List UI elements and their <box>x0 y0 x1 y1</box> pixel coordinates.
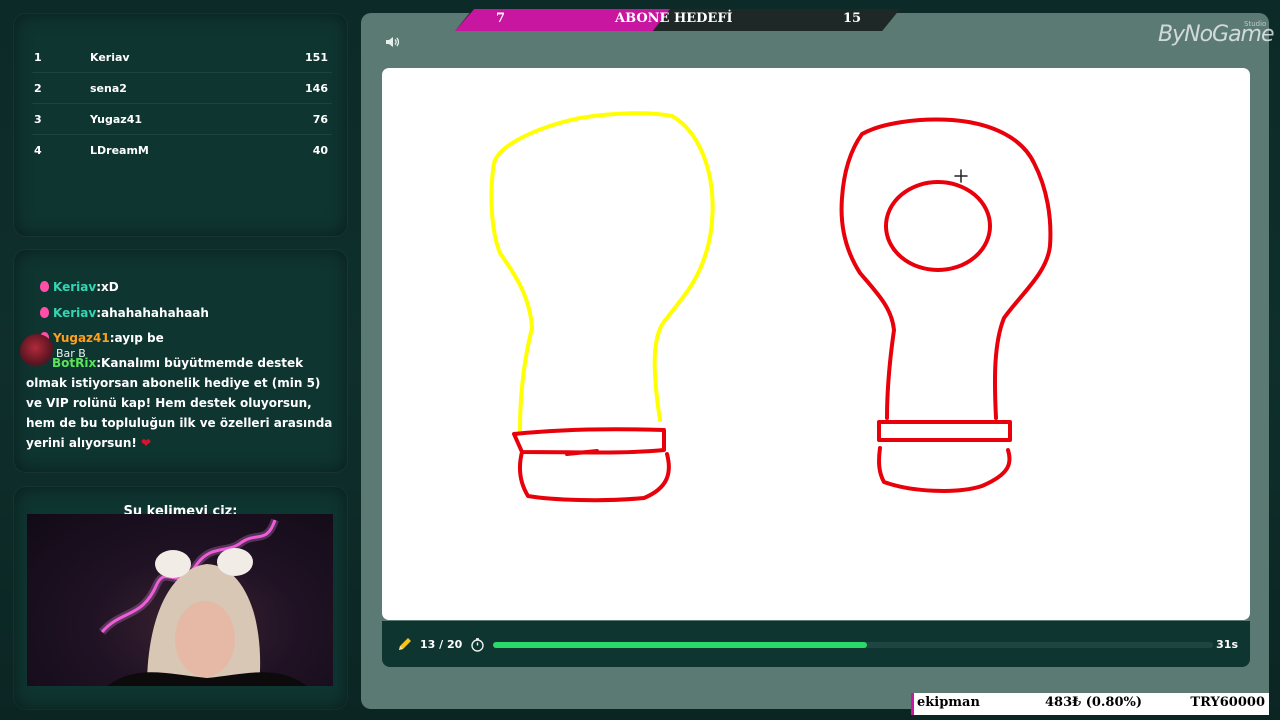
ticker-amount: 483₺ (0.80%) <box>1045 695 1143 710</box>
subscriber-goal-bar: 7 ABONE HEDEFİ 15 <box>455 9 900 31</box>
heart-emoji-icon: ❤ <box>141 436 152 450</box>
volume-icon[interactable] <box>384 34 400 50</box>
round-status-bar: 13 / 20 31s <box>382 621 1250 667</box>
goal-current: 7 <box>496 11 506 26</box>
leaderboard-panel: 1 Keriav 151 2 sena2 146 3 Yugaz41 76 4 … <box>14 14 347 236</box>
chat-message: Yugaz41:ayıp be <box>40 328 340 348</box>
chat-text: ayıp be <box>114 331 164 345</box>
player-score: 76 <box>312 113 328 126</box>
timer-label: 31s <box>1216 638 1238 651</box>
stopwatch-icon <box>470 637 485 652</box>
subscriber-badge-icon <box>40 281 49 292</box>
player-score: 40 <box>312 144 328 157</box>
chat-username: Keriav <box>53 306 97 320</box>
drawing-canvas[interactable] <box>382 68 1250 620</box>
ticker-user: ekipman <box>917 695 980 710</box>
webcam-feed <box>27 514 333 686</box>
chat-text: Kanalımı büyütmemde destek olmak istiyor… <box>26 356 333 450</box>
chat-text: ahahahahahaah <box>101 306 209 320</box>
goal-target: 15 <box>843 11 862 26</box>
chat-message: Keriav:xD <box>40 277 340 297</box>
timer-progress-fill <box>493 642 868 648</box>
goal-title: ABONE HEDEFİ <box>615 11 733 26</box>
player-score: 146 <box>305 82 328 95</box>
player-name: Yugaz41 <box>90 113 143 126</box>
chat-message: BotRix:Kanalımı büyütmemde destek olmak … <box>26 353 340 453</box>
drawing <box>489 111 1053 503</box>
chat-text: xD <box>101 280 119 294</box>
rank: 2 <box>34 82 42 95</box>
rank: 3 <box>34 113 42 126</box>
ticker-accent <box>911 693 914 715</box>
subscriber-badge-icon <box>40 307 49 318</box>
rank: 4 <box>34 144 42 157</box>
player-name: Keriav <box>90 51 130 64</box>
donation-ticker: ekipman 483₺ (0.80%) TRY60000 <box>911 693 1269 715</box>
player-name: sena2 <box>90 82 127 95</box>
leaderboard-row: 1 Keriav 151 <box>32 42 332 73</box>
timer-progress-track <box>493 642 1213 648</box>
chat-message: Keriav:ahahahahahaah <box>40 303 340 323</box>
pencil-icon <box>397 636 413 652</box>
logo-subtext: Studio <box>1244 20 1267 28</box>
round-counter: 13 / 20 <box>420 638 463 651</box>
webcam-image <box>98 518 307 686</box>
bynogame-logo: ByNoGame Studio <box>1158 20 1275 52</box>
player-score: 151 <box>305 51 328 64</box>
chat-panel: Keriav:xD Keriav:ahahahahahaah Yugaz41:a… <box>14 250 347 472</box>
chat-username: Keriav <box>53 280 97 294</box>
ticker-goal: TRY60000 <box>1190 695 1265 710</box>
player-name: LDreamM <box>90 144 149 157</box>
leaderboard-row: 2 sena2 146 <box>32 73 332 104</box>
rank: 1 <box>34 51 42 64</box>
leaderboard-row: 4 LDreamM 40 <box>32 135 332 165</box>
chat-username: Yugaz41 <box>53 331 110 345</box>
leaderboard-row: 3 Yugaz41 76 <box>32 104 332 135</box>
chat-username: BotRix <box>52 356 97 370</box>
